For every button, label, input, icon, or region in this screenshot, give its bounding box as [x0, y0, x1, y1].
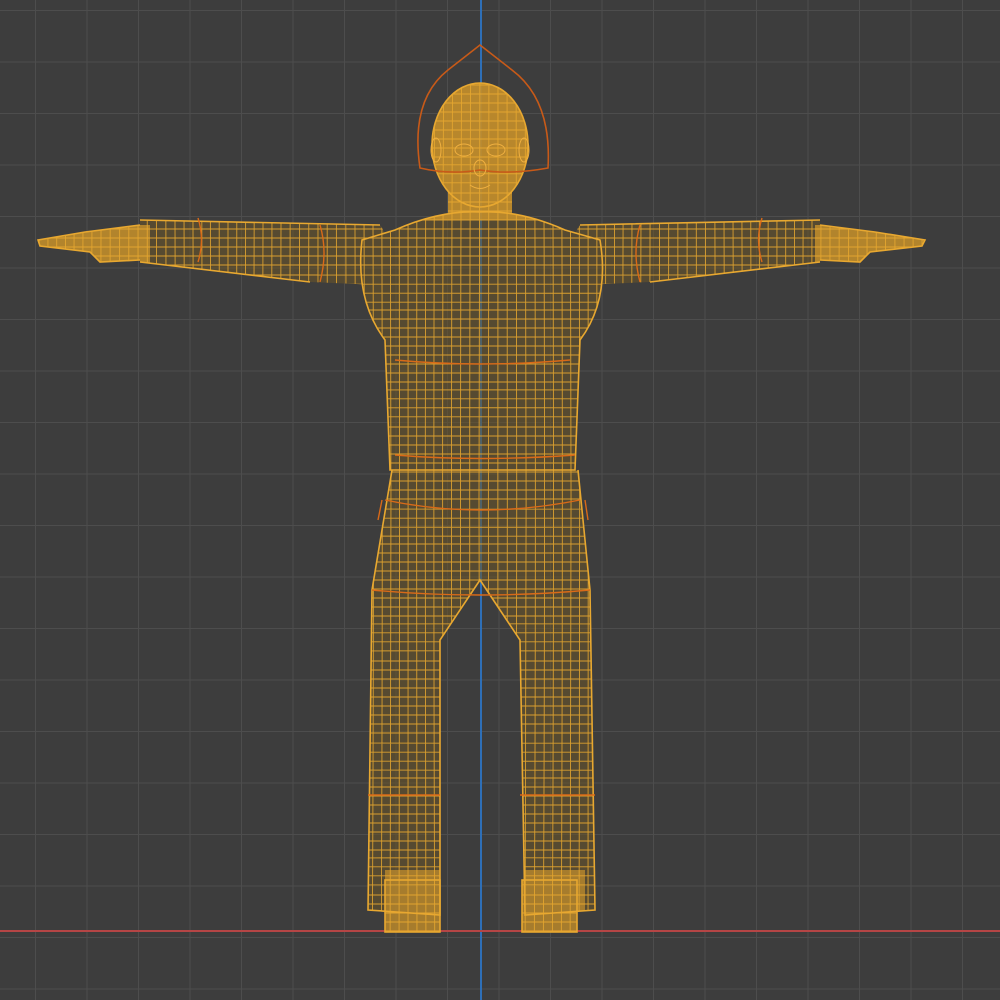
character-wireframe-mesh[interactable]: [0, 0, 1000, 1000]
3d-viewport[interactable]: [0, 0, 1000, 1000]
mesh-fill: [38, 83, 925, 932]
